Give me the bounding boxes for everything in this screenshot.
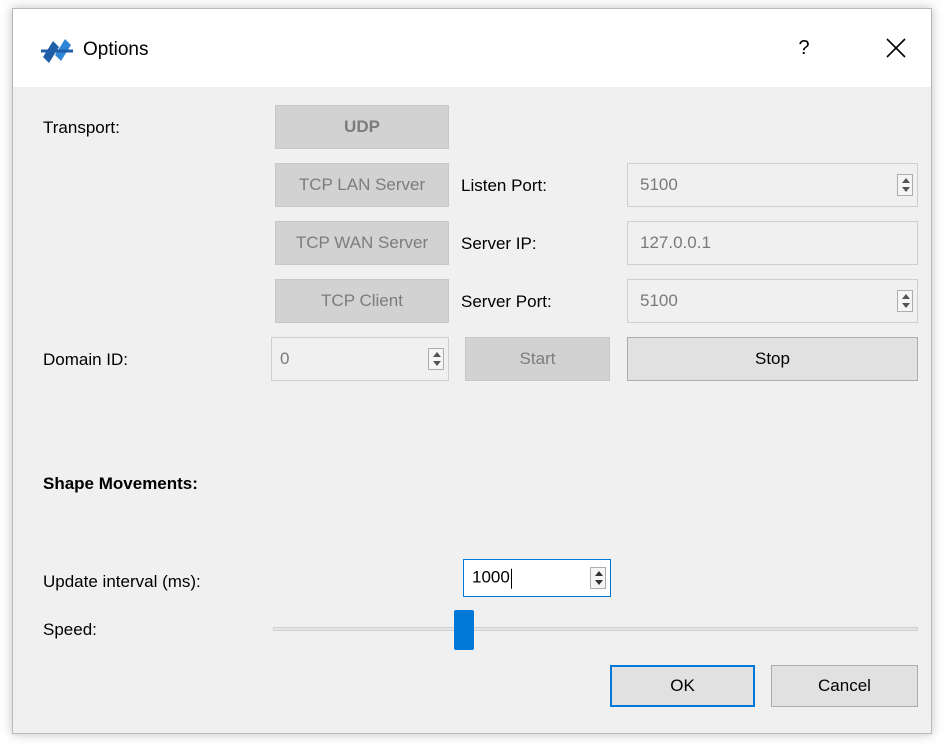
update-interval-field[interactable]: 1000 — [463, 559, 611, 597]
shape-movements-heading: Shape Movements: — [43, 474, 198, 493]
spin-up-icon — [595, 571, 603, 576]
update-interval-value: 1000 — [472, 567, 510, 587]
server-ip-label: Server IP: — [461, 234, 537, 253]
domain-id-label: Domain ID: — [43, 350, 129, 369]
cancel-button[interactable]: Cancel — [771, 665, 918, 707]
spin-down-icon — [902, 303, 910, 308]
domain-id-spinner[interactable] — [428, 348, 444, 370]
text-caret — [510, 568, 512, 589]
spin-up-icon — [433, 352, 441, 357]
server-port-value: 5100 — [640, 291, 678, 310]
close-button[interactable] — [881, 33, 911, 63]
spin-up-icon — [902, 178, 910, 183]
speed-slider-track[interactable] — [273, 627, 918, 631]
server-ip-field[interactable]: 127.0.0.1 — [627, 221, 918, 265]
tcp-lan-server-button[interactable]: TCP LAN Server — [275, 163, 449, 207]
speed-slider-handle[interactable] — [454, 610, 475, 650]
udp-button[interactable]: UDP — [275, 105, 449, 149]
spin-down-icon — [902, 187, 910, 192]
transport-label: Transport: — [43, 118, 120, 137]
spin-down-icon — [433, 361, 441, 366]
update-interval-value-wrap: 1000 — [472, 568, 512, 589]
stop-button[interactable]: Stop — [627, 337, 918, 381]
tcp-client-button[interactable]: TCP Client — [275, 279, 449, 323]
server-port-spinner[interactable] — [897, 290, 913, 312]
speed-label: Speed: — [43, 620, 97, 639]
update-interval-spinner[interactable] — [590, 567, 606, 589]
tcp-wan-server-button[interactable]: TCP WAN Server — [275, 221, 449, 265]
server-port-field[interactable]: 5100 — [627, 279, 918, 323]
ok-button[interactable]: OK — [610, 665, 755, 707]
listen-port-label: Listen Port: — [461, 176, 547, 195]
listen-port-field[interactable]: 5100 — [627, 163, 918, 207]
listen-port-spinner[interactable] — [897, 174, 913, 196]
spin-up-icon — [902, 294, 910, 299]
spin-down-icon — [595, 580, 603, 585]
domain-id-field[interactable]: 0 — [271, 337, 449, 381]
server-ip-value: 127.0.0.1 — [640, 233, 711, 252]
listen-port-value: 5100 — [640, 175, 678, 194]
close-icon — [886, 38, 906, 58]
start-button[interactable]: Start — [465, 337, 610, 381]
domain-id-value: 0 — [280, 349, 290, 368]
app-logo-icon — [41, 39, 73, 63]
server-port-label: Server Port: — [461, 292, 552, 311]
window-title: Options — [83, 39, 149, 60]
options-dialog: Options ? Transport: UDP TCP LAN Server … — [12, 8, 932, 734]
update-interval-label: Update interval (ms): — [43, 572, 201, 591]
help-button[interactable]: ? — [789, 33, 819, 63]
title-bar: Options ? — [13, 9, 931, 87]
